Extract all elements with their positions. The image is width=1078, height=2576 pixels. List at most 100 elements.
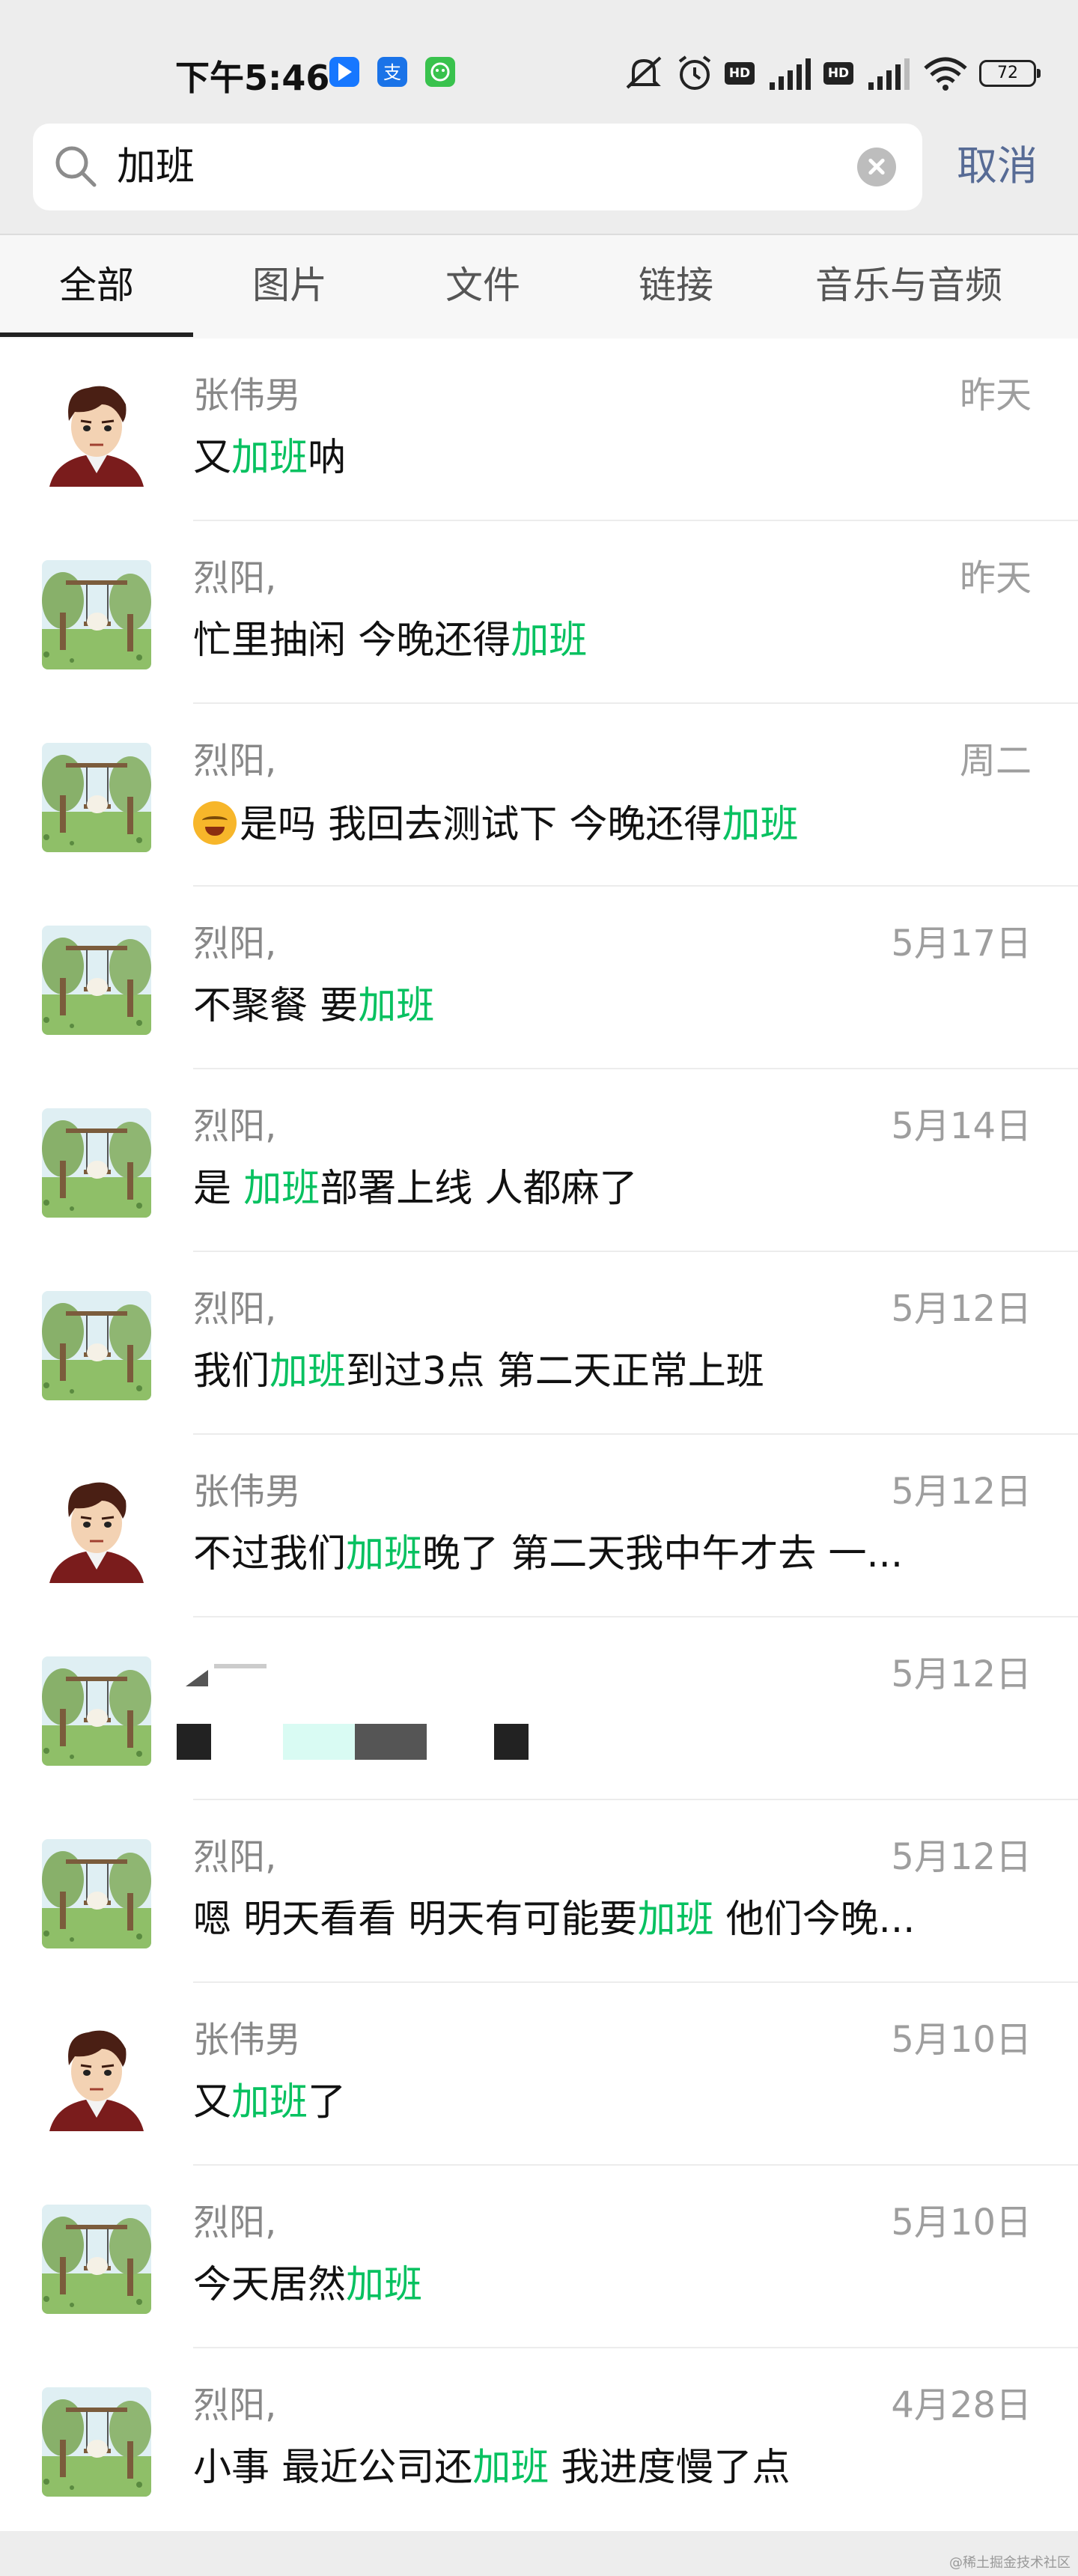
watermark: @稀土掘金技术社区 [949,2555,1071,2571]
message-text: 他们今晚... [713,1898,916,1942]
keyword-highlight: 加班 [346,1532,423,1576]
keyword-highlight: 加班 [722,803,799,847]
message-text: 今天居然 [193,2263,347,2307]
search-icon [55,146,97,187]
battery-icon: 72 [979,60,1041,87]
contact-name: 张伟男 [193,374,302,416]
tab-files[interactable]: 文件 [386,235,579,335]
search-input[interactable]: 加班 [117,146,195,188]
message-date: 5月17日 [891,923,1032,965]
message-date: 5月12日 [891,1471,1032,1513]
status-bar: 下午5:46 支 HD HD 72 [0,0,1078,112]
tab-links[interactable]: 链接 [579,235,773,335]
message-text: 是吗 我回去测试下 今晚还得 [240,803,722,847]
message-text: 了 [308,2080,347,2124]
alarm-icon [678,55,711,90]
avatar-lieyang-icon[interactable] [42,560,151,669]
avatar-lieyang-icon[interactable] [42,926,151,1035]
search-bar[interactable]: 加班 [33,124,922,210]
mute-icon [626,56,662,89]
search-result-row[interactable]: 张伟男不过我们加班晚了 第二天我中午才去 一... 5月12日 [0,1435,1078,1617]
message-text: 小事 最近公司还 [193,2446,473,2490]
message-date: 5月10日 [891,2202,1032,2244]
avatar-lieyang-icon[interactable] [42,1839,151,1948]
avatar-lieyang-icon[interactable] [42,1656,151,1766]
tab-music-audio[interactable]: 音乐与音频 [794,235,1024,335]
message-snippet: 又加班了 [193,2080,1002,2125]
keyword-highlight: 加班 [346,2263,423,2307]
tab-images[interactable]: 图片 [193,235,386,335]
avatar-lieyang-icon[interactable] [42,2205,151,2314]
alipay-icon: 支 [377,57,407,87]
message-snippet: 今天居然加班 [193,2263,1002,2308]
contact-name: 烈阳, [193,557,277,599]
signal-5g-icon [868,58,910,90]
message-text: 又 [193,2080,232,2124]
search-results-list: 张伟男 又加班呐 昨天 烈阳, 忙里抽闲 今晚还得加班 昨天 烈阳, 是吗 我回去测试下 … [0,338,1078,2531]
search-result-row[interactable]: 烈阳, 嗯 明天看看 明天有可能要加班 他们今晚... 5月12日 [0,1800,1078,1983]
avatar-lieyang-icon[interactable] [42,2387,151,2497]
message-snippet: 是 加班部署上线 人都麻了 [193,1167,1002,1212]
message-text: 不聚餐 要 [193,984,359,1028]
message-text: 又 [193,436,232,480]
message-snippet: 忙里抽闲 今晚还得加班 [193,619,1002,663]
keyword-highlight: 加班 [270,1349,347,1394]
search-result-row[interactable]: 张伟男 又加班呐 昨天 [0,338,1078,521]
avatar-zhang-icon[interactable] [42,1474,151,1583]
avatar-lieyang-icon[interactable] [42,743,151,852]
search-result-row[interactable]: 烈阳, 不聚餐 要加班 5月17日 [0,887,1078,1069]
hd-icon: HD [725,62,755,85]
location-app-icon [329,57,359,87]
message-date: 昨天 [959,557,1032,599]
keyword-highlight: 加班 [511,619,588,663]
filter-tabs: 全部 图片 文件 链接 音乐与音频 [0,234,1078,338]
active-tab-indicator [0,332,193,337]
search-result-row[interactable]: 烈阳, 小事 最近公司还加班 我进度慢了点 4月28日 [0,2348,1078,2531]
avatar-zhang-icon[interactable] [42,2022,151,2131]
status-icons: HD HD 72 [623,51,1041,96]
message-date: 5月12日 [891,1288,1032,1330]
clear-icon[interactable] [857,148,896,186]
contact-name: 张伟男 [193,1471,302,1513]
keyword-highlight: 加班 [243,1167,320,1211]
contact-name: 烈阳, [193,923,277,965]
message-snippet: 不过我们加班晚了 第二天我中午才去 一... [193,1532,1002,1577]
search-result-row[interactable]: 烈阳, 忙里抽闲 今晚还得加班 昨天 [0,521,1078,704]
avatar-zhang-icon[interactable] [42,377,151,487]
corrupted-message [177,1724,566,1760]
message-date: 周二 [959,740,1032,782]
contact-name: 烈阳, [193,740,277,782]
message-text: 嗯 明天看看 明天有可能要 [193,1898,638,1942]
message-date: 5月12日 [891,1836,1032,1878]
cancel-button[interactable]: 取消 [957,142,1038,190]
contact-name: 烈阳, [193,1836,277,1878]
search-result-row[interactable]: 烈阳, 今天居然加班 5月10日 [0,2166,1078,2348]
search-result-row[interactable]: 烈阳, 我们加班到过3点 第二天正常上班 5月12日 [0,1252,1078,1435]
message-text: 忙里抽闲 今晚还得 [193,619,511,663]
hd-icon: HD [823,62,853,85]
contact-name: 张伟男 [193,2019,302,2061]
search-result-row[interactable]: 烈阳, 是吗 我回去测试下 今晚还得加班 周二 [0,704,1078,887]
tab-all[interactable]: 全部 [0,235,193,335]
message-snippet: 是吗 我回去测试下 今晚还得加班 [193,801,1002,848]
search-result-row[interactable]: 5月12日 [0,1617,1078,1800]
contact-name: 烈阳, [193,1288,277,1330]
wifi-icon [924,57,967,91]
avatar-lieyang-icon[interactable] [42,1108,151,1218]
contact-name: 烈阳, [193,2202,277,2244]
search-result-row[interactable]: 张伟男 又加班了 5月10日 [0,1983,1078,2166]
contact-name: 烈阳, [193,1105,277,1147]
message-text: 呐 [308,436,347,480]
message-text: 晚了 第二天我中午才去 一... [422,1532,904,1576]
contact-name: 烈阳, [193,2384,277,2426]
signal-5g-icon [770,58,811,90]
corrupted-name [186,1659,283,1692]
keyword-highlight: 加班 [472,2446,549,2490]
keyword-highlight: 加班 [231,2080,308,2124]
search-result-row[interactable]: 烈阳, 是 加班部署上线 人都麻了 5月14日 [0,1069,1078,1252]
avatar-lieyang-icon[interactable] [42,1291,151,1400]
status-time: 下午5:46 [175,58,330,98]
message-snippet: 嗯 明天看看 明天有可能要加班 他们今晚... [193,1898,1002,1942]
wechat-mini-icon [425,57,455,87]
message-snippet: 不聚餐 要加班 [193,984,1002,1029]
